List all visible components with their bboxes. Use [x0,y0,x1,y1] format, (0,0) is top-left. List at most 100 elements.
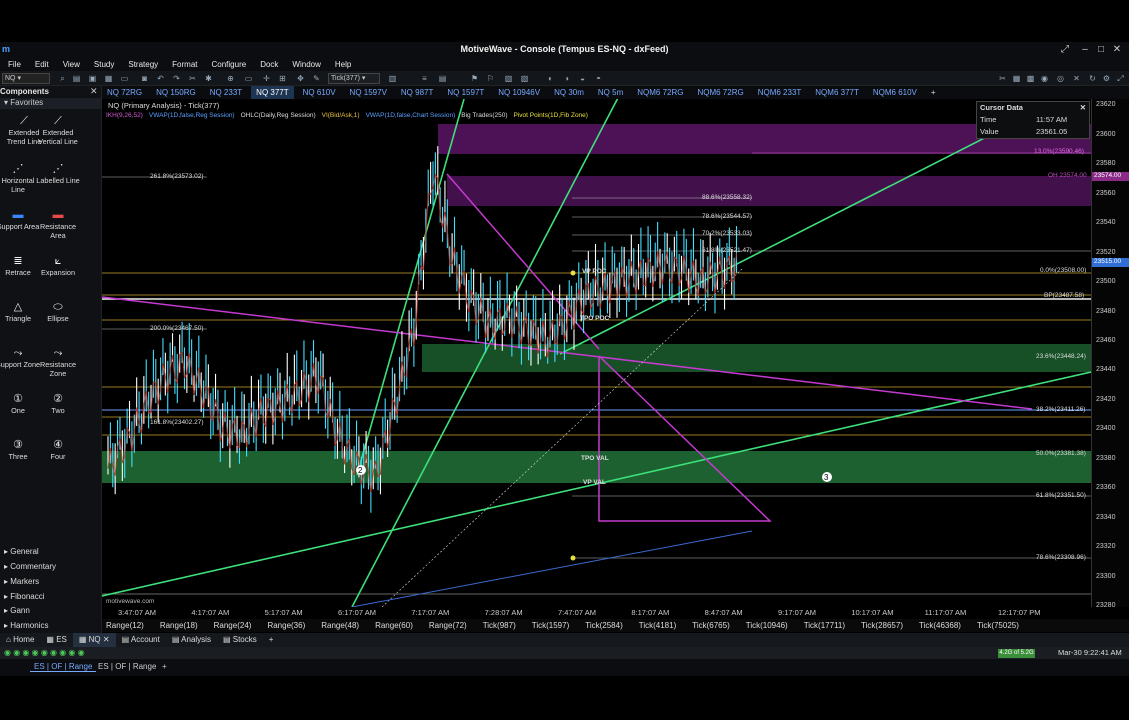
category-gann[interactable]: ▸ Gann [0,604,101,618]
minimize-icon[interactable]: – [1078,44,1092,55]
chart-tab[interactable]: NQ 1597T [442,86,489,99]
preset-button[interactable]: Tick(2584) [585,621,623,630]
menu-edit[interactable]: Edit [27,60,55,69]
preset-button[interactable]: Tick(10946) [746,621,788,630]
menu-configure[interactable]: Configure [204,60,253,69]
preset-button[interactable]: Tick(4181) [639,621,677,630]
chart-tab[interactable]: NQ 5m [593,86,628,99]
open-icon[interactable]: ▭ [120,74,129,83]
grid-icon[interactable]: ⊞ [278,74,287,83]
chart-tab[interactable]: NQ 30m [549,86,589,99]
preset-button[interactable]: Tick(987) [483,621,516,630]
workspace-tab[interactable]: ES | OF | Range [94,662,160,671]
menu-dock[interactable]: Dock [252,60,284,69]
tool-extended-vertical-line[interactable]: ⟋ Extended Vertical Line [34,114,82,146]
preset-button[interactable]: Tick(6765) [692,621,730,630]
study-vwap[interactable]: VWAP(1D,false,Reg Session) [149,112,235,119]
print-icon[interactable]: ▦ [104,74,113,83]
add-workspace-icon[interactable]: + [158,662,171,671]
preset-button[interactable]: Tick(46368) [919,621,961,630]
undo-icon[interactable]: ↶ [156,74,165,83]
list-icon[interactable]: ≡ [420,74,429,83]
chart-tab[interactable]: NQM6 72RG [692,86,748,99]
category-markers[interactable]: ▸ Markers [0,575,101,589]
menu-window[interactable]: Window [284,60,326,69]
chart-tab-active[interactable]: NQ 377T [251,86,294,99]
menu-view[interactable]: View [55,60,86,69]
preset-button[interactable]: Tick(28657) [861,621,903,630]
study-ohlc[interactable]: OHLC(Daily,Reg Session) [241,112,316,119]
chart-tab[interactable]: NQ 10946V [493,86,545,99]
restore-icon[interactable]: ⤢ [1058,44,1072,55]
tool-expansion[interactable]: ⟀ Expansion [34,254,82,278]
add-tab-icon[interactable]: + [926,86,941,99]
chart-tab[interactable]: NQM6 72RG [632,86,688,99]
link-icon[interactable]: ⚑ [470,74,479,83]
tool-marker-two[interactable]: ② Two [34,392,82,416]
tool-resistance-zone[interactable]: ⤳ Resistance Zone [34,346,82,378]
menu-study[interactable]: Study [86,60,120,69]
tool-f-icon[interactable]: ✕ [1072,74,1081,83]
price-chart[interactable]: 2 3 [102,99,1091,607]
order-icon[interactable]: ◑ [562,74,571,83]
settings-icon[interactable]: ✱ [204,74,213,83]
tool-labelled-line[interactable]: ⋰ Labelled Line [34,162,82,186]
cursor-icon[interactable]: ✛ [262,74,271,83]
bar-size-select[interactable]: Tick(377) ▾ [328,73,380,84]
preset-button[interactable]: Tick(1597) [532,621,570,630]
study-vwap-chart[interactable]: VWAP(1D,false,Chart Session) [366,112,456,119]
category-general[interactable]: ▸ General [0,545,101,559]
chart-tab[interactable]: NQ 72RG [102,86,147,99]
tool-c-icon[interactable]: ▩ [1026,74,1035,83]
pan-icon[interactable]: ✥ [296,74,305,83]
tab-nq[interactable]: ▦ NQ ✕ [72,633,116,647]
save-icon[interactable]: ▣ [88,74,97,83]
menu-file[interactable]: File [0,60,27,69]
chart-tab[interactable]: NQ 1597V [345,86,392,99]
tool-d-icon[interactable]: ◉ [1040,74,1049,83]
study-vi[interactable]: VI(Bid/Ask,1) [322,112,360,119]
preset-button[interactable]: Range(48) [321,621,359,630]
preset-button[interactable]: Range(60) [375,621,413,630]
chart-tab[interactable]: NQ 987T [396,86,438,99]
close-icon[interactable]: ✕ [90,86,98,97]
menu-strategy[interactable]: Strategy [120,60,164,69]
expand-icon[interactable]: ⤢ [1116,74,1125,83]
tool-b-icon[interactable]: ▦ [1012,74,1021,83]
chart-tab[interactable]: NQM6 233T [753,86,807,99]
maximize-icon[interactable]: □ [1094,44,1108,55]
gear-icon[interactable]: ⚙ [1102,74,1111,83]
preset-button[interactable]: Tick(17711) [804,621,845,630]
draw-icon[interactable]: ✎ [312,74,321,83]
study-icon[interactable]: ▧ [520,74,529,83]
tool-a-icon[interactable]: ✂ [998,74,1007,83]
chart-type-icon[interactable]: ▨ [504,74,513,83]
menu-help[interactable]: Help [327,60,357,69]
bar-type-icon[interactable]: ▥ [388,74,397,83]
tool-marker-four[interactable]: ④ Four [34,438,82,462]
search-icon[interactable]: ⌕ [58,74,67,83]
preset-button[interactable]: Range(72) [429,621,467,630]
refresh-icon[interactable]: ↻ [1088,74,1097,83]
workspace-tab-active[interactable]: ES | OF | Range [30,662,97,672]
chart-area[interactable]: 2 3 [102,99,1091,607]
dom-icon[interactable]: ◓ [594,74,603,83]
cut-icon[interactable]: ✂ [188,74,197,83]
menu-format[interactable]: Format [164,60,203,69]
favorites-header[interactable]: ▾ Favorites [0,98,101,109]
preset-button[interactable]: Range(18) [160,621,198,630]
tool-resistance-area[interactable]: ▬ Resistance Area [34,208,82,240]
chart-tab[interactable]: NQ 150RG [151,86,201,99]
add-tab-icon[interactable]: + [263,633,280,647]
chart-tab[interactable]: NQ 610V [298,86,341,99]
alert-icon[interactable]: ◐ [546,74,555,83]
symbol-select[interactable]: NQ ▾ [2,73,50,84]
preset-button[interactable]: Range(12) [106,621,144,630]
close-icon[interactable]: ✕ [1110,44,1124,55]
chart-tab[interactable]: NQ 233T [205,86,247,99]
camera-icon[interactable]: ◙ [140,74,149,83]
chart-tab[interactable]: NQM6 610V [868,86,922,99]
tab-es[interactable]: ▦ ES [40,633,72,647]
study-pivot-points[interactable]: Pivot Points(1D,Fib Zone) [514,112,588,119]
redo-icon[interactable]: ↷ [172,74,181,83]
